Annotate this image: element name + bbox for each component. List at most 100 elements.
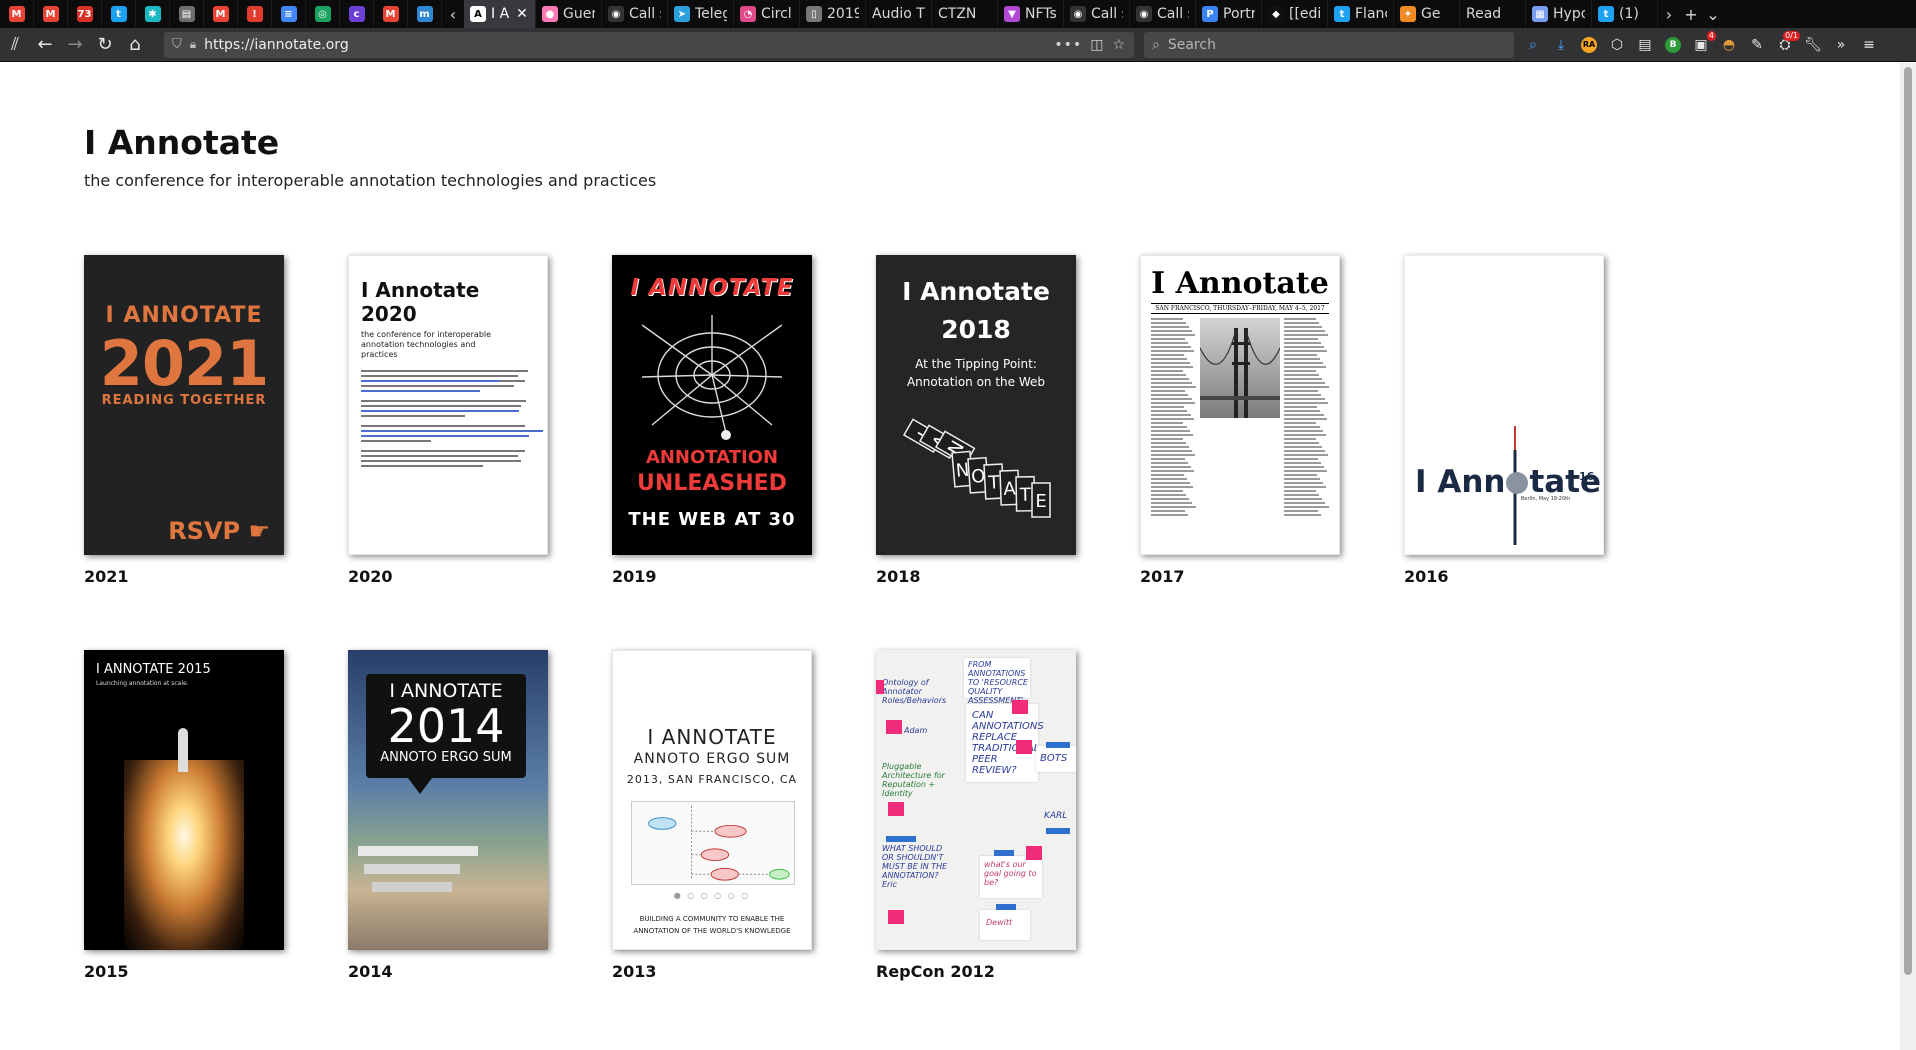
back-button[interactable]: ← bbox=[30, 30, 60, 60]
browser-tab[interactable]: t (1) bbox=[1592, 0, 1658, 28]
cover-title: I ANNOTATE 2015 bbox=[96, 662, 211, 677]
browser-tab[interactable]: Audio Ti bbox=[866, 0, 932, 28]
notifications-icon[interactable]: ▣ 4 bbox=[1690, 30, 1716, 56]
chevron-down-icon[interactable]: ⌄ bbox=[1702, 0, 1724, 28]
overflow-menu-icon[interactable]: » bbox=[1830, 34, 1852, 56]
browser-tab[interactable]: P Portr bbox=[1196, 0, 1262, 28]
edition-year-label[interactable]: 2014 bbox=[348, 962, 548, 981]
cover-2013[interactable]: I ANNOTATE ANNOTO ERGO SUM 2013, SAN FRA… bbox=[612, 650, 812, 950]
pinned-tab[interactable]: c bbox=[340, 0, 374, 28]
extension-b-icon[interactable]: B bbox=[1662, 34, 1684, 56]
search-bar[interactable]: ⌕ Search bbox=[1144, 31, 1514, 58]
page-scrollbar[interactable] bbox=[1900, 63, 1916, 1050]
tracking-shield-icon[interactable]: ⛉ bbox=[172, 37, 182, 52]
edition-card-2021[interactable]: I ANNOTATE 2021 READING TOGETHER RSVP ☛ … bbox=[84, 255, 284, 586]
browser-tab[interactable]: ✦ Ge bbox=[1394, 0, 1460, 28]
tab-label: NFTs bbox=[1025, 6, 1057, 22]
forward-button[interactable]: → bbox=[60, 30, 90, 60]
browser-tab[interactable]: ◔ Circl bbox=[734, 0, 800, 28]
edition-year-label[interactable]: 2019 bbox=[612, 567, 812, 586]
browser-tab[interactable]: ▼ NFTs bbox=[998, 0, 1064, 28]
extension-counter-icon[interactable]: ⛭ 0/1 bbox=[1774, 30, 1800, 56]
pinned-tab[interactable]: M bbox=[34, 0, 68, 28]
cover-2017[interactable]: I Annotate SAN FRANCISCO, THURSDAY–FRIDA… bbox=[1140, 255, 1340, 555]
rsvp-link[interactable]: RSVP ☛ bbox=[168, 517, 270, 545]
edition-card-2017[interactable]: I Annotate SAN FRANCISCO, THURSDAY–FRIDA… bbox=[1140, 255, 1340, 586]
browser-tab[interactable]: ◉ Call s bbox=[602, 0, 668, 28]
carousel-dots[interactable]: ● ○ ○ ○ ○ ○ bbox=[613, 891, 811, 900]
edition-year-label[interactable]: 2021 bbox=[84, 567, 284, 586]
close-tab-icon[interactable]: ✕ bbox=[516, 6, 528, 22]
search-input[interactable]: Search bbox=[1168, 37, 1216, 53]
burger-extension-icon[interactable]: ◓ bbox=[1718, 34, 1740, 56]
gmail-calendar-icon: M bbox=[42, 6, 59, 22]
pinned-tab[interactable]: ▤ bbox=[170, 0, 204, 28]
hamburger-menu-icon[interactable]: ≡ bbox=[1858, 34, 1880, 56]
plus-icon[interactable]: + bbox=[1680, 0, 1702, 28]
wrench-icon[interactable]: 🔧︎ bbox=[1802, 34, 1824, 56]
edition-card-repcon-2012[interactable]: FROM ANNOTATIONS TO 'RESOURCE QUALITY AS… bbox=[876, 650, 1076, 981]
browser-tab[interactable]: ◉ Call s bbox=[1130, 0, 1196, 28]
pinned-tab[interactable]: M bbox=[374, 0, 408, 28]
pen-icon[interactable]: ✎ bbox=[1746, 34, 1768, 56]
storage-icon[interactable]: ▤ bbox=[1634, 34, 1656, 56]
home-button[interactable]: ⌂ bbox=[120, 30, 150, 60]
edition-card-2020[interactable]: I Annotate 2020 the conference for inter… bbox=[348, 255, 548, 586]
pinned-tab[interactable]: t bbox=[102, 0, 136, 28]
edition-card-2014[interactable]: I ANNOTATE 2014 ANNOTO ERGO SUM 2014 bbox=[348, 650, 548, 981]
reload-button[interactable]: ↻ bbox=[90, 30, 120, 60]
cover-2016[interactable]: I Ann tate 16 Berlin, May 19-20th bbox=[1404, 255, 1604, 555]
pinned-tab[interactable]: ◎ bbox=[306, 0, 340, 28]
pinned-tab[interactable]: ! bbox=[238, 0, 272, 28]
chevron-right-icon[interactable]: › bbox=[1658, 0, 1680, 28]
pocket-icon[interactable]: ◫ bbox=[1090, 37, 1104, 53]
browser-tab[interactable]: ➤ Teleg bbox=[668, 0, 734, 28]
cover-2020[interactable]: I Annotate 2020 the conference for inter… bbox=[348, 255, 548, 555]
cover-repcon-2012[interactable]: FROM ANNOTATIONS TO 'RESOURCE QUALITY AS… bbox=[876, 650, 1076, 950]
url-text[interactable]: https://iannotate.org bbox=[204, 37, 1046, 53]
edition-year-label[interactable]: 2016 bbox=[1404, 567, 1604, 586]
browser-tab[interactable]: CTZN bbox=[932, 0, 998, 28]
magnifier-icon[interactable]: ⌕ bbox=[1522, 34, 1544, 56]
cover-2021[interactable]: I ANNOTATE 2021 READING TOGETHER RSVP ☛ bbox=[84, 255, 284, 555]
edition-year-label[interactable]: RepCon 2012 bbox=[876, 962, 1076, 981]
cube-icon[interactable]: ⬡ bbox=[1606, 34, 1628, 56]
active-tab[interactable]: A I A ✕ bbox=[464, 0, 536, 28]
browser-tab[interactable]: ◉ Call s bbox=[1064, 0, 1130, 28]
edition-year-label[interactable]: 2020 bbox=[348, 567, 548, 586]
pinned-tab[interactable]: M bbox=[204, 0, 238, 28]
scrollbar-thumb[interactable] bbox=[1904, 67, 1912, 975]
edition-card-2015[interactable]: I ANNOTATE 2015 Launching annotation at … bbox=[84, 650, 284, 981]
cover-2019[interactable]: I ANNOTATE ANNOTATION UNLEASHED THE WEB … bbox=[612, 255, 812, 555]
pinned-tab[interactable]: ≡ bbox=[272, 0, 306, 28]
browser-tab[interactable]: ● Guer bbox=[536, 0, 602, 28]
sidebar-toggle-icon[interactable]: ⫽ bbox=[0, 30, 30, 60]
cover-2015[interactable]: I ANNOTATE 2015 Launching annotation at … bbox=[84, 650, 284, 950]
cover-2014[interactable]: I ANNOTATE 2014 ANNOTO ERGO SUM bbox=[348, 650, 548, 950]
url-bar[interactable]: ⛉ 🔒︎ https://iannotate.org ••• ◫ ☆ bbox=[164, 31, 1134, 58]
pinned-tab[interactable]: 73 bbox=[68, 0, 102, 28]
browser-tab[interactable]: Read bbox=[1460, 0, 1526, 28]
browser-tab[interactable]: ▯ 2019 bbox=[800, 0, 866, 28]
edition-year-label[interactable]: 2018 bbox=[876, 567, 1076, 586]
browser-tab[interactable]: ▦ Hypo bbox=[1526, 0, 1592, 28]
chevron-left-icon[interactable]: ‹ bbox=[442, 0, 464, 28]
pinned-tab[interactable]: m bbox=[408, 0, 442, 28]
pinned-tab[interactable]: M bbox=[0, 0, 34, 28]
edition-year-label[interactable]: 2015 bbox=[84, 962, 284, 981]
edition-card-2018[interactable]: I Annotate 2018 At the Tipping Point: An… bbox=[876, 255, 1076, 586]
browser-tab[interactable]: ◆ [[edi bbox=[1262, 0, 1328, 28]
edition-year-label[interactable]: 2017 bbox=[1140, 567, 1340, 586]
download-icon[interactable]: ⤓ bbox=[1550, 34, 1572, 56]
cover-2018[interactable]: I Annotate 2018 At the Tipping Point: An… bbox=[876, 255, 1076, 555]
edition-card-2013[interactable]: I ANNOTATE ANNOTO ERGO SUM 2013, SAN FRA… bbox=[612, 650, 812, 981]
browser-tab[interactable]: t Flanc bbox=[1328, 0, 1394, 28]
pinned-tab[interactable]: ✱ bbox=[136, 0, 170, 28]
page-actions-icon[interactable]: ••• bbox=[1054, 37, 1082, 53]
bookmark-star-icon[interactable]: ☆ bbox=[1112, 37, 1126, 53]
extension-ra-icon[interactable]: RA bbox=[1578, 34, 1600, 56]
lock-icon[interactable]: 🔒︎ bbox=[190, 37, 196, 52]
edition-card-2016[interactable]: I Ann tate 16 Berlin, May 19-20th 2016 bbox=[1404, 255, 1604, 586]
edition-year-label[interactable]: 2013 bbox=[612, 962, 812, 981]
edition-card-2019[interactable]: I ANNOTATE ANNOTATION UNLEASHED THE WEB … bbox=[612, 255, 812, 586]
